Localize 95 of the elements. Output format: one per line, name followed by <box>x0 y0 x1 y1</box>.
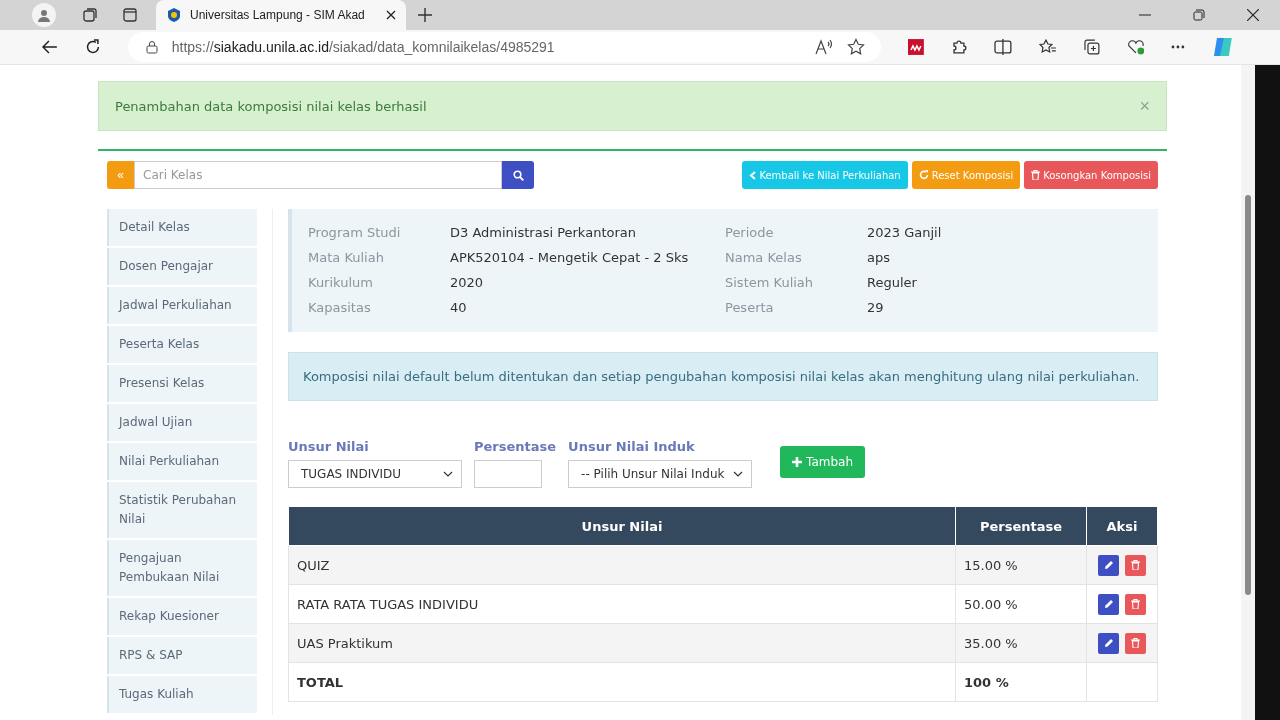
caret-icon <box>443 471 453 477</box>
total-label: TOTAL <box>288 662 956 702</box>
delete-button[interactable] <box>1125 632 1146 654</box>
field-label: Unsur Nilai Induk <box>568 439 696 454</box>
copilot-icon[interactable] <box>1212 36 1234 58</box>
sidebar-item[interactable]: RPS & SAP <box>107 637 257 674</box>
info-label: Kapasitas <box>308 299 372 317</box>
refresh-icon <box>918 170 929 180</box>
chevron-left-icon <box>749 170 757 180</box>
table-cell: 15.00 % <box>955 545 1087 585</box>
info-label: Sistem Kuliah <box>725 274 815 292</box>
info-value: 2023 Ganjil <box>867 224 942 242</box>
sidebar-item[interactable]: Nilai Perkuliahan <box>107 443 257 480</box>
browser-tab[interactable]: Universitas Lampung - SIM Akad <box>156 0 406 30</box>
search-field[interactable]: Cari Kelas <box>134 161 502 189</box>
scrollbar[interactable] <box>1241 65 1255 720</box>
url-text: https://siakadu.unila.ac.id/siakad/data_komnilaikelas/4985291 <box>171 39 555 55</box>
close-icon[interactable] <box>386 10 396 20</box>
lock-icon <box>145 40 158 54</box>
sidebar-item[interactable]: Presensi Kelas <box>107 365 257 402</box>
caret-icon <box>733 471 744 477</box>
table-cell: 35.00 % <box>955 623 1087 663</box>
sidebar-item[interactable]: Statistik Perubahan Nilai <box>107 482 257 538</box>
total-value: 100 % <box>955 662 1087 702</box>
university-logo-icon <box>166 7 182 23</box>
sidebar-item[interactable]: Jadwal Ujian <box>107 404 257 441</box>
table-cell: 50.00 % <box>955 584 1087 624</box>
sidebar-item[interactable]: Peserta Kelas <box>107 326 257 363</box>
field-label: Persentase <box>474 439 557 454</box>
trash-icon <box>1131 638 1140 648</box>
percentage-field[interactable] <box>474 460 542 488</box>
collections-icon[interactable] <box>1083 39 1100 55</box>
pencil-icon <box>1103 560 1114 570</box>
alert-message: Penambahan data komposisi nilai kelas berhasil <box>115 98 427 114</box>
edit-button[interactable] <box>1098 554 1119 576</box>
restore-icon[interactable] <box>1193 9 1205 21</box>
column-header: Aksi <box>1086 506 1158 546</box>
edit-button[interactable] <box>1098 632 1119 654</box>
column-header: Persentase <box>955 506 1087 546</box>
favorites-icon[interactable] <box>1038 39 1057 55</box>
split-screen-icon[interactable] <box>993 39 1012 55</box>
new-tab-icon[interactable] <box>418 8 432 22</box>
info-value: 40 <box>450 299 467 317</box>
more-icon[interactable] <box>1171 45 1186 49</box>
address-bar[interactable]: https://siakadu.unila.ac.id/siakad/data_komnilaikelas/4985291 <box>127 32 882 62</box>
info-label: Program Studi <box>308 224 402 242</box>
search-button[interactable] <box>502 161 534 189</box>
sidebar-item[interactable]: Dosen Pengajar <box>107 248 257 285</box>
info-label: Mata Kuliah <box>308 249 385 267</box>
column-header: Unsur Nilai <box>288 506 956 546</box>
trash-icon <box>1031 170 1041 180</box>
close-icon[interactable] <box>1247 9 1259 21</box>
info-value: APK520104 - Mengetik Cepat - 2 Sks <box>450 249 689 267</box>
info-value: Reguler <box>867 274 917 292</box>
unsur-select[interactable]: TUGAS INDIVIDU <box>288 460 462 488</box>
trash-icon <box>1131 560 1140 570</box>
table-cell: QUIZ <box>288 545 956 585</box>
info-value: aps <box>867 249 890 267</box>
table-cell: RATA RATA TUGAS INDIVIDU <box>288 584 956 624</box>
pencil-icon <box>1103 638 1114 648</box>
toolbar-button[interactable]: Kosongkan Komposisi <box>1024 161 1158 189</box>
delete-button[interactable] <box>1125 554 1146 576</box>
info-notice: Komposisi nilai default belum ditentukan dan setiap pengubahan komposisi nilai kelas akan menghitung ulang nilai perkuliahan. <box>288 352 1158 401</box>
info-value: 29 <box>867 299 884 317</box>
info-label: Periode <box>725 224 775 242</box>
sidebar-item[interactable]: Pengajuan Pembukaan Nilai <box>107 540 257 596</box>
tab-title: Universitas Lampung - SIM Akad <box>190 8 366 22</box>
info-value: 2020 <box>450 274 484 292</box>
back-icon[interactable] <box>42 40 58 54</box>
sidebar-item[interactable]: Detail Kelas <box>107 209 257 246</box>
search-icon <box>512 169 524 181</box>
delete-button[interactable] <box>1125 593 1146 615</box>
plus-icon <box>792 457 803 467</box>
sidebar-item[interactable]: Jadwal Perkuliahan <box>107 287 257 324</box>
field-label: Unsur Nilai <box>288 439 370 454</box>
info-label: Peserta <box>725 299 775 317</box>
sidebar-item[interactable]: Tugas Kuliah <box>107 676 257 713</box>
trash-icon <box>1131 599 1140 609</box>
reload-icon[interactable] <box>84 39 101 55</box>
read-aloud-icon[interactable] <box>815 39 834 55</box>
extension-icon[interactable] <box>908 39 925 55</box>
window-icon[interactable] <box>122 7 138 23</box>
tabs-icon[interactable] <box>82 7 98 23</box>
info-label: Kurikulum <box>308 274 374 292</box>
puzzle-icon[interactable] <box>951 39 967 55</box>
sidebar-item[interactable]: Rekap Kuesioner <box>107 598 257 635</box>
info-label: Nama Kelas <box>725 249 803 267</box>
info-value: D3 Administrasi Perkantoran <box>450 224 636 242</box>
edit-button[interactable] <box>1098 593 1119 615</box>
health-icon[interactable] <box>1126 39 1145 55</box>
parent-select[interactable]: -- Pilih Unsur Nilai Induk <box>568 460 753 488</box>
profile-icon[interactable] <box>32 3 56 27</box>
table-cell: UAS Praktikum <box>288 623 956 663</box>
star-icon[interactable] <box>847 38 866 56</box>
pencil-icon <box>1103 599 1114 609</box>
